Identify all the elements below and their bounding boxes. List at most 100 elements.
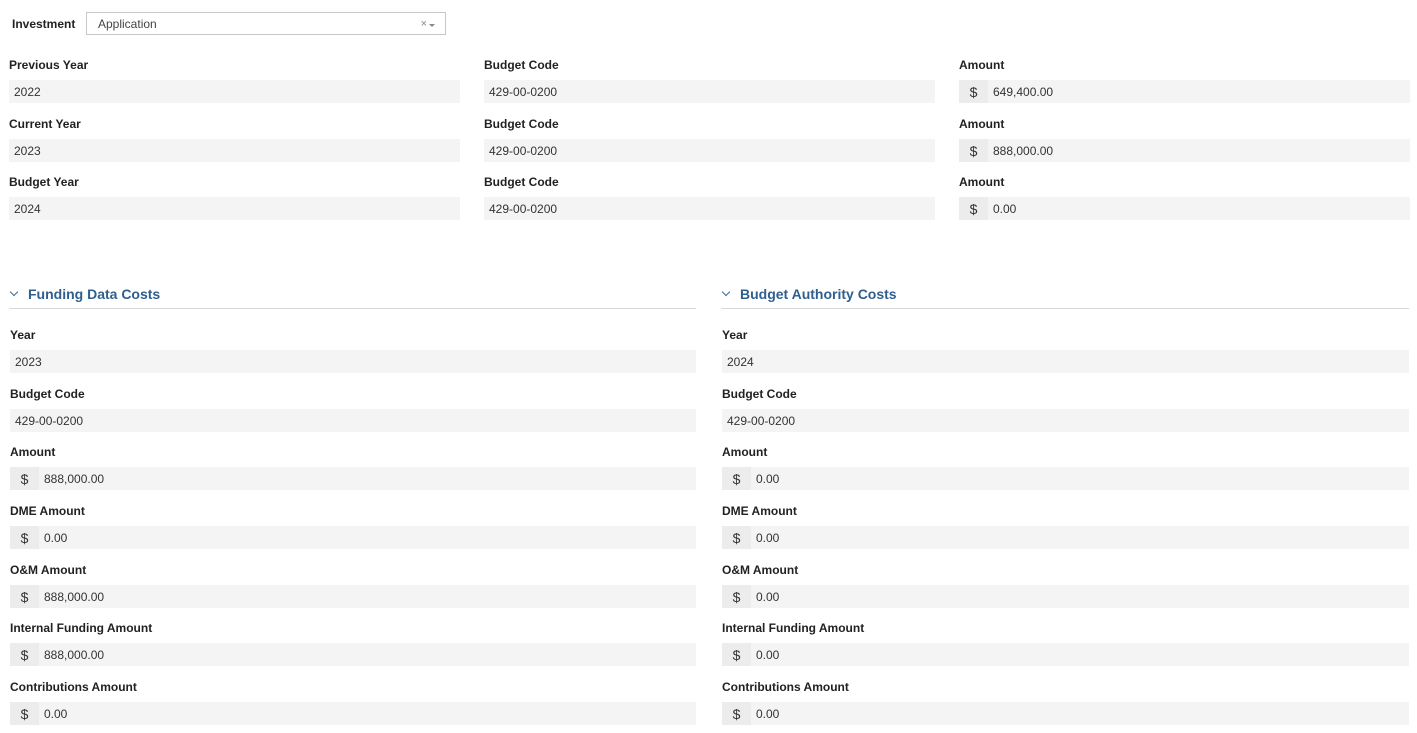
previous-budget-code-label: Budget Code: [484, 58, 559, 72]
dollar-icon: $: [10, 467, 39, 490]
authority-contrib-value: 0.00: [756, 706, 780, 721]
authority-dme-label: DME Amount: [722, 504, 797, 518]
funding-om-value: 888,000.00: [44, 589, 105, 604]
budget-authority-costs-title: Budget Authority Costs: [740, 285, 897, 302]
funding-data-costs-title: Funding Data Costs: [28, 285, 161, 302]
funding-dme-label: DME Amount: [10, 504, 85, 518]
funding-amount-value: 888,000.00: [44, 471, 105, 486]
funding-om-field: O&M Amount $ 888,000.00: [10, 563, 696, 608]
budget-year-budget-code-label: Budget Code: [484, 175, 559, 189]
funding-amount-input[interactable]: $ 888,000.00: [10, 467, 696, 490]
previous-budget-code-input[interactable]: 429-00-0200: [484, 80, 935, 103]
funding-om-label: O&M Amount: [10, 563, 87, 577]
current-budget-code-field: Budget Code 429-00-0200: [484, 117, 935, 162]
authority-om-value: 0.00: [756, 589, 780, 604]
investment-select-controls: ×: [421, 18, 435, 30]
authority-om-field: O&M Amount $ 0.00: [722, 563, 1409, 608]
authority-amount-value: 0.00: [756, 471, 780, 486]
authority-amount-input[interactable]: $ 0.00: [722, 467, 1409, 490]
dollar-icon: $: [722, 585, 751, 608]
current-amount-label: Amount: [959, 117, 1005, 131]
funding-dme-value: 0.00: [44, 530, 68, 545]
authority-year-field: Year 2024: [722, 328, 1409, 373]
budget-year-budget-code-field: Budget Code 429-00-0200: [484, 175, 935, 220]
funding-contrib-value: 0.00: [44, 706, 68, 721]
current-amount-input[interactable]: $ 888,000.00: [959, 139, 1410, 162]
budget-year-budget-code-input[interactable]: 429-00-0200: [484, 197, 935, 220]
funding-year-input[interactable]: 2023: [10, 350, 696, 373]
authority-year-input[interactable]: 2024: [722, 350, 1409, 373]
current-year-field: Current Year 2023: [9, 117, 460, 162]
dollar-icon: $: [959, 139, 988, 162]
previous-amount-input[interactable]: $ 649,400.00: [959, 80, 1410, 103]
budget-year-label: Budget Year: [9, 175, 79, 189]
funding-amount-label: Amount: [10, 445, 56, 459]
current-budget-code-label: Budget Code: [484, 117, 559, 131]
dollar-icon: $: [722, 702, 751, 725]
previous-amount-label: Amount: [959, 58, 1005, 72]
investment-select[interactable]: Application ×: [86, 12, 446, 35]
authority-om-label: O&M Amount: [722, 563, 799, 577]
funding-data-costs-header[interactable]: Funding Data Costs: [9, 279, 696, 309]
chevron-down-icon[interactable]: [429, 23, 435, 27]
funding-contrib-label: Contributions Amount: [10, 680, 137, 694]
clear-icon[interactable]: ×: [421, 18, 427, 30]
dollar-icon: $: [10, 643, 39, 666]
funding-internal-value: 888,000.00: [44, 647, 105, 662]
current-amount-value: 888,000.00: [993, 143, 1054, 158]
investment-label: Investment: [12, 16, 76, 31]
authority-dme-value: 0.00: [756, 530, 780, 545]
dollar-icon: $: [722, 467, 751, 490]
authority-contrib-field: Contributions Amount $ 0.00: [722, 680, 1409, 725]
authority-internal-input[interactable]: $ 0.00: [722, 643, 1409, 666]
previous-year-input[interactable]: 2022: [9, 80, 460, 103]
current-amount-field: Amount $ 888,000.00: [959, 117, 1410, 162]
funding-dme-input[interactable]: $ 0.00: [10, 526, 696, 549]
previous-amount-value: 649,400.00: [993, 84, 1054, 99]
authority-amount-field: Amount $ 0.00: [722, 445, 1409, 490]
chevron-down-icon[interactable]: [9, 287, 19, 297]
dollar-icon: $: [959, 197, 988, 220]
authority-contrib-label: Contributions Amount: [722, 680, 849, 694]
previous-year-label: Previous Year: [9, 58, 89, 72]
budget-authority-costs-header[interactable]: Budget Authority Costs: [721, 279, 1409, 309]
dollar-icon: $: [959, 80, 988, 103]
authority-internal-label: Internal Funding Amount: [722, 621, 865, 635]
dollar-icon: $: [10, 526, 39, 549]
current-budget-code-input[interactable]: 429-00-0200: [484, 139, 935, 162]
funding-budget-code-label: Budget Code: [10, 387, 85, 401]
authority-amount-label: Amount: [722, 445, 768, 459]
investment-select-value: Application: [98, 16, 157, 31]
current-year-input[interactable]: 2023: [9, 139, 460, 162]
funding-internal-field: Internal Funding Amount $ 888,000.00: [10, 621, 696, 666]
funding-om-input[interactable]: $ 888,000.00: [10, 585, 696, 608]
funding-internal-label: Internal Funding Amount: [10, 621, 153, 635]
authority-contrib-input[interactable]: $ 0.00: [722, 702, 1409, 725]
funding-contrib-input[interactable]: $ 0.00: [10, 702, 696, 725]
budget-year-amount-value: 0.00: [993, 201, 1017, 216]
budget-year-input[interactable]: 2024: [9, 197, 460, 220]
authority-year-label: Year: [722, 328, 748, 342]
authority-budget-code-field: Budget Code 429-00-0200: [722, 387, 1409, 432]
funding-internal-input[interactable]: $ 888,000.00: [10, 643, 696, 666]
authority-om-input[interactable]: $ 0.00: [722, 585, 1409, 608]
previous-year-field: Previous Year 2022: [9, 58, 460, 103]
authority-dme-field: DME Amount $ 0.00: [722, 504, 1409, 549]
funding-dme-field: DME Amount $ 0.00: [10, 504, 696, 549]
authority-dme-input[interactable]: $ 0.00: [722, 526, 1409, 549]
authority-budget-code-input[interactable]: 429-00-0200: [722, 409, 1409, 432]
budget-year-field: Budget Year 2024: [9, 175, 460, 220]
dollar-icon: $: [10, 702, 39, 725]
previous-budget-code-field: Budget Code 429-00-0200: [484, 58, 935, 103]
funding-budget-code-input[interactable]: 429-00-0200: [10, 409, 696, 432]
dollar-icon: $: [722, 526, 751, 549]
funding-year-label: Year: [10, 328, 36, 342]
budget-year-amount-input[interactable]: $ 0.00: [959, 197, 1410, 220]
funding-contrib-field: Contributions Amount $ 0.00: [10, 680, 696, 725]
funding-budget-code-field: Budget Code 429-00-0200: [10, 387, 696, 432]
budget-year-amount-label: Amount: [959, 175, 1005, 189]
funding-amount-field: Amount $ 888,000.00: [10, 445, 696, 490]
authority-budget-code-label: Budget Code: [722, 387, 797, 401]
dollar-icon: $: [722, 643, 751, 666]
chevron-down-icon[interactable]: [721, 287, 731, 297]
